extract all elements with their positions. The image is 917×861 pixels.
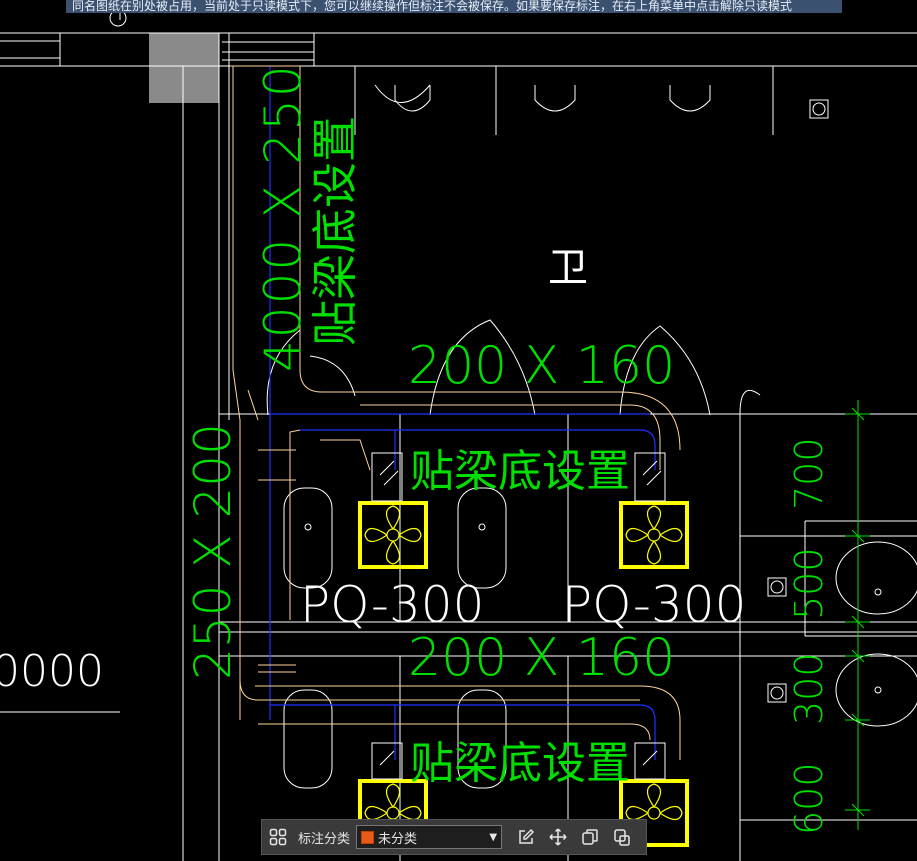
left-dim-label: 0000 <box>0 646 104 697</box>
edit-icon[interactable] <box>510 820 542 854</box>
annotation-toolbar: 标注分类 未分类 ▼ <box>261 819 647 855</box>
branch-lower-note-label: 贴梁底设置 <box>410 738 630 789</box>
copy-icon[interactable] <box>574 820 606 854</box>
category-select[interactable]: 未分类 ▼ <box>356 825 503 849</box>
branch-lower-size-label: 200 X 160 <box>408 628 676 688</box>
room-label: 卫 <box>548 245 588 291</box>
paste-icon[interactable] <box>606 820 638 854</box>
category-color-swatch <box>361 830 375 844</box>
readonly-banner: 同名图纸在别处被占用，当前处于只读模式下，您可以继续操作但标注不会被保存。如果要… <box>66 0 842 13</box>
duct-main-note-label: 贴梁底设置 <box>308 116 362 346</box>
branch-upper-note-label: 贴梁底设置 <box>410 446 630 497</box>
move-icon[interactable] <box>542 820 574 854</box>
fan-right-model-label: PQ-300 <box>562 576 747 634</box>
branch-upper-size-label: 200 X 160 <box>408 336 676 396</box>
fan-left-model-label: PQ-300 <box>300 576 485 634</box>
category-select-value: 未分类 <box>378 831 418 847</box>
gray-block <box>149 33 219 103</box>
duct-left-size-label: 250 X 200 <box>184 423 242 680</box>
dim-700-label: 700 <box>787 437 831 510</box>
category-label: 标注分类 <box>298 831 351 847</box>
dim-300-label: 300 <box>787 652 831 725</box>
duct-main-size-label: 4000 X 250 <box>254 63 312 372</box>
cad-drawing-canvas[interactable] <box>0 0 917 861</box>
dim-600-label: 600 <box>787 762 831 835</box>
grid-layout-icon[interactable] <box>262 820 294 854</box>
dim-500-label: 500 <box>787 547 831 620</box>
chevron-down-icon: ▼ <box>489 831 498 843</box>
